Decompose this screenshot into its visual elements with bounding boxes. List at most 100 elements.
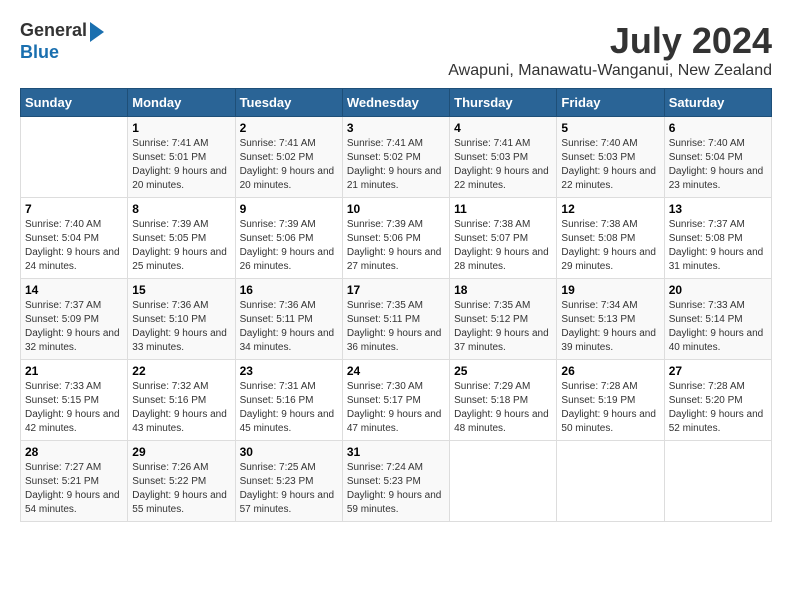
day-content: Sunrise: 7:36 AM Sunset: 5:10 PM Dayligh… [132,299,230,355]
sunset: Sunset: 5:08 PM [561,232,659,246]
month-title: July 2024 [448,20,772,62]
calendar-week-3: 14 Sunrise: 7:37 AM Sunset: 5:09 PM Dayl… [21,279,772,360]
daylight: Daylight: 9 hours and 55 minutes. [132,489,230,517]
logo-icon [90,22,104,42]
sunset: Sunset: 5:06 PM [240,232,338,246]
day-content: Sunrise: 7:39 AM Sunset: 5:05 PM Dayligh… [132,218,230,274]
sunset: Sunset: 5:16 PM [240,394,338,408]
sunset: Sunset: 5:06 PM [347,232,445,246]
sunrise: Sunrise: 7:41 AM [347,137,445,151]
daylight: Daylight: 9 hours and 34 minutes. [240,327,338,355]
sunset: Sunset: 5:03 PM [561,151,659,165]
calendar-cell: 7 Sunrise: 7:40 AM Sunset: 5:04 PM Dayli… [21,198,128,279]
day-content: Sunrise: 7:32 AM Sunset: 5:16 PM Dayligh… [132,380,230,436]
sunset: Sunset: 5:11 PM [347,313,445,327]
sunset: Sunset: 5:01 PM [132,151,230,165]
day-content: Sunrise: 7:41 AM Sunset: 5:03 PM Dayligh… [454,137,552,193]
calendar-cell: 1 Sunrise: 7:41 AM Sunset: 5:01 PM Dayli… [128,117,235,198]
daylight: Daylight: 9 hours and 40 minutes. [669,327,767,355]
calendar-cell: 9 Sunrise: 7:39 AM Sunset: 5:06 PM Dayli… [235,198,342,279]
day-number: 17 [347,283,445,297]
day-number: 30 [240,445,338,459]
calendar-cell [557,441,664,522]
daylight: Daylight: 9 hours and 31 minutes. [669,246,767,274]
daylight: Daylight: 9 hours and 25 minutes. [132,246,230,274]
sunrise: Sunrise: 7:26 AM [132,461,230,475]
calendar-week-2: 7 Sunrise: 7:40 AM Sunset: 5:04 PM Dayli… [21,198,772,279]
calendar-cell: 15 Sunrise: 7:36 AM Sunset: 5:10 PM Dayl… [128,279,235,360]
sunrise: Sunrise: 7:36 AM [240,299,338,313]
sunset: Sunset: 5:05 PM [132,232,230,246]
daylight: Daylight: 9 hours and 20 minutes. [132,165,230,193]
calendar-cell: 8 Sunrise: 7:39 AM Sunset: 5:05 PM Dayli… [128,198,235,279]
sunset: Sunset: 5:16 PM [132,394,230,408]
day-number: 22 [132,364,230,378]
daylight: Daylight: 9 hours and 43 minutes. [132,408,230,436]
day-number: 28 [25,445,123,459]
sunset: Sunset: 5:18 PM [454,394,552,408]
calendar-cell: 18 Sunrise: 7:35 AM Sunset: 5:12 PM Dayl… [450,279,557,360]
calendar-cell: 30 Sunrise: 7:25 AM Sunset: 5:23 PM Dayl… [235,441,342,522]
calendar-cell: 26 Sunrise: 7:28 AM Sunset: 5:19 PM Dayl… [557,360,664,441]
day-content: Sunrise: 7:35 AM Sunset: 5:12 PM Dayligh… [454,299,552,355]
day-content: Sunrise: 7:27 AM Sunset: 5:21 PM Dayligh… [25,461,123,517]
day-content: Sunrise: 7:30 AM Sunset: 5:17 PM Dayligh… [347,380,445,436]
sunrise: Sunrise: 7:41 AM [132,137,230,151]
logo-blue-text: Blue [20,42,59,63]
daylight: Daylight: 9 hours and 32 minutes. [25,327,123,355]
day-content: Sunrise: 7:33 AM Sunset: 5:15 PM Dayligh… [25,380,123,436]
sunrise: Sunrise: 7:32 AM [132,380,230,394]
calendar-cell: 12 Sunrise: 7:38 AM Sunset: 5:08 PM Dayl… [557,198,664,279]
day-content: Sunrise: 7:37 AM Sunset: 5:09 PM Dayligh… [25,299,123,355]
sunrise: Sunrise: 7:40 AM [669,137,767,151]
calendar-cell [21,117,128,198]
day-number: 12 [561,202,659,216]
calendar-cell: 28 Sunrise: 7:27 AM Sunset: 5:21 PM Dayl… [21,441,128,522]
logo-text: General [20,20,104,42]
sunrise: Sunrise: 7:40 AM [561,137,659,151]
day-number: 24 [347,364,445,378]
sunset: Sunset: 5:23 PM [347,475,445,489]
day-number: 20 [669,283,767,297]
calendar-cell: 19 Sunrise: 7:34 AM Sunset: 5:13 PM Dayl… [557,279,664,360]
sunrise: Sunrise: 7:34 AM [561,299,659,313]
daylight: Daylight: 9 hours and 52 minutes. [669,408,767,436]
page-container: General Blue July 2024 Awapuni, Manawatu… [20,20,772,522]
day-content: Sunrise: 7:39 AM Sunset: 5:06 PM Dayligh… [347,218,445,274]
day-number: 8 [132,202,230,216]
calendar-cell: 25 Sunrise: 7:29 AM Sunset: 5:18 PM Dayl… [450,360,557,441]
day-content: Sunrise: 7:40 AM Sunset: 5:04 PM Dayligh… [669,137,767,193]
calendar-cell: 11 Sunrise: 7:38 AM Sunset: 5:07 PM Dayl… [450,198,557,279]
sunrise: Sunrise: 7:39 AM [347,218,445,232]
sunset: Sunset: 5:23 PM [240,475,338,489]
sunset: Sunset: 5:09 PM [25,313,123,327]
day-content: Sunrise: 7:24 AM Sunset: 5:23 PM Dayligh… [347,461,445,517]
day-content: Sunrise: 7:37 AM Sunset: 5:08 PM Dayligh… [669,218,767,274]
day-content: Sunrise: 7:41 AM Sunset: 5:02 PM Dayligh… [347,137,445,193]
day-content: Sunrise: 7:35 AM Sunset: 5:11 PM Dayligh… [347,299,445,355]
calendar-cell: 3 Sunrise: 7:41 AM Sunset: 5:02 PM Dayli… [342,117,449,198]
calendar-cell: 13 Sunrise: 7:37 AM Sunset: 5:08 PM Dayl… [664,198,771,279]
calendar-cell: 6 Sunrise: 7:40 AM Sunset: 5:04 PM Dayli… [664,117,771,198]
day-content: Sunrise: 7:39 AM Sunset: 5:06 PM Dayligh… [240,218,338,274]
day-number: 19 [561,283,659,297]
sunrise: Sunrise: 7:40 AM [25,218,123,232]
sunrise: Sunrise: 7:38 AM [561,218,659,232]
sunrise: Sunrise: 7:41 AM [454,137,552,151]
daylight: Daylight: 9 hours and 24 minutes. [25,246,123,274]
sunrise: Sunrise: 7:35 AM [454,299,552,313]
daylight: Daylight: 9 hours and 42 minutes. [25,408,123,436]
day-number: 5 [561,121,659,135]
daylight: Daylight: 9 hours and 50 minutes. [561,408,659,436]
calendar-cell: 23 Sunrise: 7:31 AM Sunset: 5:16 PM Dayl… [235,360,342,441]
sunrise: Sunrise: 7:41 AM [240,137,338,151]
day-number: 31 [347,445,445,459]
calendar-week-5: 28 Sunrise: 7:27 AM Sunset: 5:21 PM Dayl… [21,441,772,522]
daylight: Daylight: 9 hours and 28 minutes. [454,246,552,274]
daylight: Daylight: 9 hours and 22 minutes. [561,165,659,193]
header: General Blue July 2024 Awapuni, Manawatu… [20,20,772,80]
day-content: Sunrise: 7:41 AM Sunset: 5:01 PM Dayligh… [132,137,230,193]
header-tuesday: Tuesday [235,89,342,117]
sunrise: Sunrise: 7:29 AM [454,380,552,394]
sunrise: Sunrise: 7:39 AM [132,218,230,232]
